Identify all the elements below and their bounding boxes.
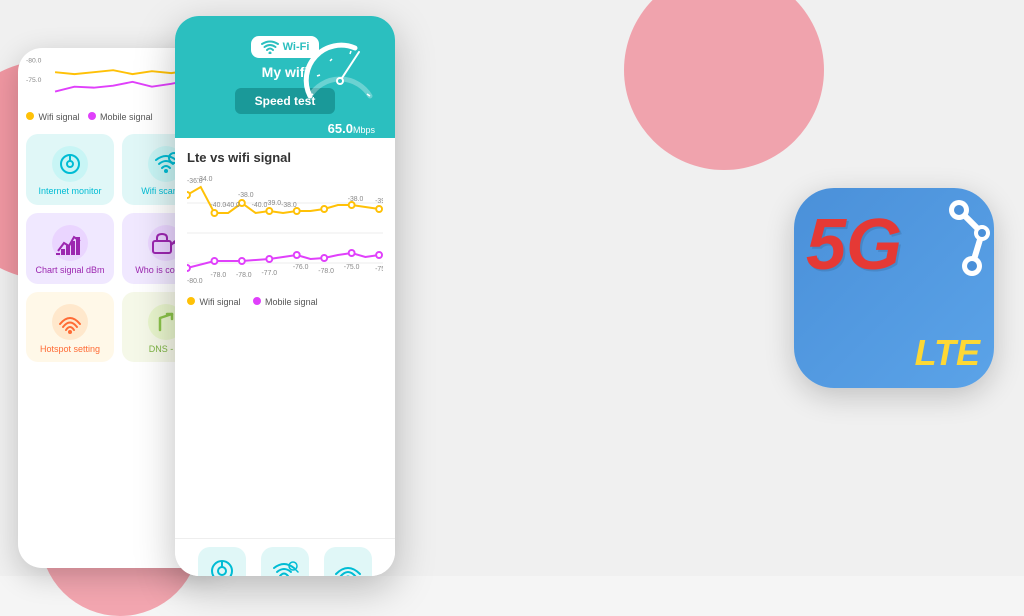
lte-section-title: Lte vs wifi signal [187, 150, 383, 165]
internet-monitor-label: Internet monitor [38, 186, 101, 197]
lte-label: LTE [915, 332, 980, 374]
app-icon-5g: 5G LTE [794, 188, 994, 388]
chart-signal-label: Chart signal dBm [35, 265, 104, 276]
app-icon-inner: 5G LTE [794, 188, 994, 388]
svg-text:-38.0: -38.0 [281, 202, 297, 209]
bottom-wifi-scan-icon[interactable] [261, 547, 309, 576]
wifi-icon [261, 40, 279, 54]
speed-value: 65.0Mbps [328, 121, 375, 136]
svg-text:-78.0: -78.0 [211, 272, 227, 279]
chart-signal-icon [56, 231, 84, 255]
internet-monitor-tile[interactable]: Internet monitor [26, 134, 114, 205]
svg-text:-75.0: -75.0 [26, 77, 42, 84]
svg-text:-75.0: -75.0 [344, 264, 360, 271]
lte-chart: -36.0 -34.0 -40.0 -40.0 -38.0 -40.0 -39.… [187, 173, 383, 293]
bg-shape-2 [624, 0, 824, 170]
svg-text:-39.0: -39.0 [265, 200, 281, 207]
chart-signal-tile[interactable]: Chart signal dBm [26, 213, 114, 284]
phone-center: Wi-Fi My wifi Speed test [175, 16, 395, 576]
hotspot-icon [56, 310, 84, 334]
svg-text:-75.0: -75.0 [375, 266, 383, 273]
phone-bottom-bar [175, 538, 395, 576]
svg-text:-80.0: -80.0 [26, 57, 42, 64]
lte-chart-legend: Wifi signal Mobile signal [187, 297, 383, 307]
svg-text:-78.0: -78.0 [318, 268, 334, 275]
phone-header: Wi-Fi My wifi Speed test [175, 16, 395, 138]
svg-text:-39.0: -39.0 [375, 198, 383, 205]
svg-text:-78.0: -78.0 [236, 272, 252, 279]
hotspot-label: Hotspot setting [40, 344, 100, 355]
internet-monitor-icon [58, 152, 82, 176]
svg-text:-76.0: -76.0 [293, 264, 309, 271]
speedometer: 65.0Mbps [295, 26, 385, 116]
svg-text:-38.0: -38.0 [348, 196, 364, 203]
connector-icon [864, 188, 994, 318]
svg-text:-34.0: -34.0 [197, 176, 213, 183]
svg-text:-40.0: -40.0 [224, 202, 240, 209]
svg-text:-80.0: -80.0 [187, 278, 203, 285]
svg-text:-77.0: -77.0 [261, 270, 277, 277]
bottom-signal-icon[interactable] [324, 547, 372, 576]
phone-main-content: Lte vs wifi signal [175, 138, 395, 538]
hotspot-tile[interactable]: Hotspot setting [26, 292, 114, 363]
bottom-internet-icon[interactable] [198, 547, 246, 576]
svg-text:-38.0: -38.0 [238, 192, 254, 199]
